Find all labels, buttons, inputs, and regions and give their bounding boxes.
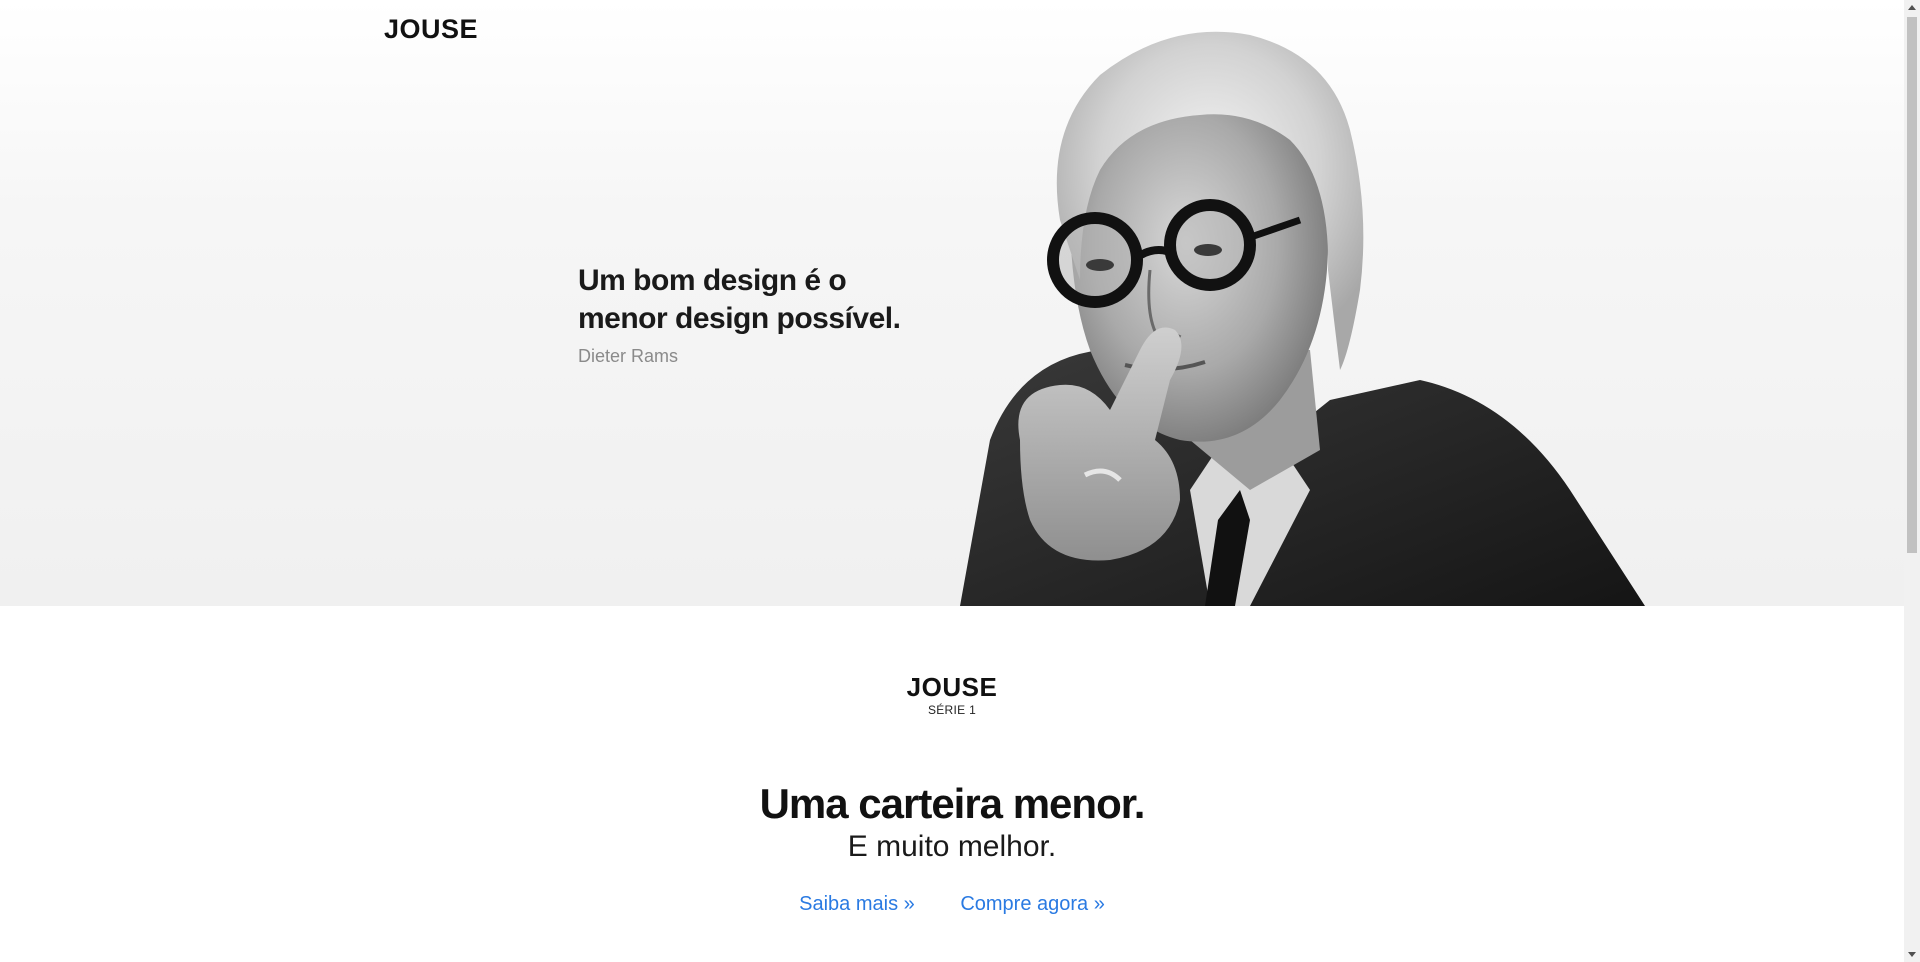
scroll-down-arrow-icon[interactable] <box>1908 952 1916 957</box>
eye-left <box>1086 259 1114 271</box>
hero-quote: Um bom design é o menor design possível.… <box>578 262 918 367</box>
page: JOUSE Um bom design é o menor design pos… <box>0 0 1904 962</box>
product-section: JOUSE SÉRIE 1 Uma carteira menor. E muit… <box>0 606 1904 962</box>
learn-more-link[interactable]: Saiba mais » <box>799 893 915 915</box>
brand-logo[interactable]: JOUSE <box>384 14 478 45</box>
eye-right <box>1194 244 1222 256</box>
quote-author: Dieter Rams <box>578 346 679 366</box>
product-headline: Uma carteira menor. <box>759 780 1146 827</box>
product-subheadline: E muito melhor. <box>847 830 1057 863</box>
browser-viewport: JOUSE Um bom design é o menor design pos… <box>0 0 1920 962</box>
quote-text: Um bom design é o menor design possível. <box>578 264 901 335</box>
buy-now-link[interactable]: Compre agora » <box>960 893 1105 915</box>
hero-section: JOUSE Um bom design é o menor design pos… <box>0 0 1904 606</box>
product-links: Saiba mais » Compre agora » <box>0 893 1904 916</box>
product-series: SÉRIE 1 <box>927 703 977 717</box>
vertical-scrollbar[interactable] <box>1904 0 1920 962</box>
portrait-image <box>960 31 1645 606</box>
scrollbar-thumb[interactable] <box>1907 17 1917 553</box>
scroll-up-arrow-icon[interactable] <box>1908 5 1916 10</box>
product-logo: JOUSE <box>906 672 998 702</box>
